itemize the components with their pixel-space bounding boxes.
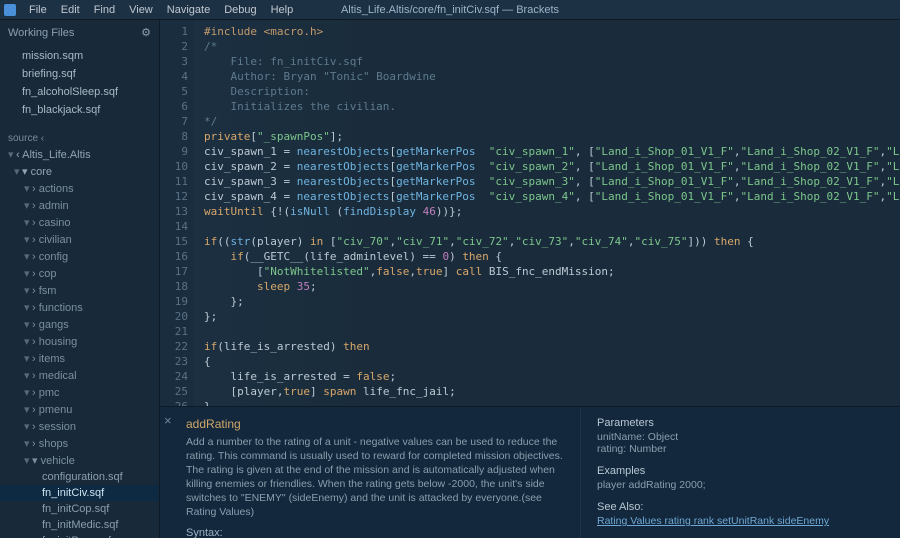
tree-folder-admin[interactable]: ▾› admin xyxy=(0,197,159,214)
tree-folder-shops[interactable]: ▾› shops xyxy=(0,435,159,452)
tree-folder-pmc[interactable]: ▾› pmc xyxy=(0,384,159,401)
gear-icon[interactable]: ⚙ xyxy=(141,26,151,39)
quick-docs-panel: × addRating Add a number to the rating o… xyxy=(160,406,900,538)
line-gutter: 1234567891011121314151617181920212223242… xyxy=(160,20,194,406)
menu-file[interactable]: File xyxy=(22,4,54,16)
tree-root[interactable]: ▾‹ Altis_Life.Altis xyxy=(0,146,159,163)
doc-seealso-header: See Also: xyxy=(597,501,884,513)
menu-view[interactable]: View xyxy=(122,4,160,16)
working-file[interactable]: fn_alcoholSleep.sqf xyxy=(0,83,159,101)
doc-examples-header: Examples xyxy=(597,465,884,477)
doc-params-header: Parameters xyxy=(597,417,884,429)
doc-syntax-header: Syntax: xyxy=(186,527,564,538)
doc-example: player addRating 2000; xyxy=(597,479,884,491)
tree-folder-civilian[interactable]: ▾› civilian xyxy=(0,231,159,248)
menu-bar: FileEditFindViewNavigateDebugHelp xyxy=(0,0,900,20)
tree-folder-casino[interactable]: ▾› casino xyxy=(0,214,159,231)
tree-file[interactable]: fn_initPmc.sqf xyxy=(0,533,159,538)
doc-body: Add a number to the rating of a unit - n… xyxy=(186,435,564,519)
editor[interactable]: 1234567891011121314151617181920212223242… xyxy=(160,20,900,538)
tree-folder-actions[interactable]: ▾› actions xyxy=(0,180,159,197)
working-files-header: Working Files xyxy=(8,27,74,39)
tree-folder-medical[interactable]: ▾› medical xyxy=(0,367,159,384)
tree-file[interactable]: fn_initMedic.sqf xyxy=(0,517,159,533)
tree-core[interactable]: ▾▾ core xyxy=(0,163,159,180)
working-file[interactable]: mission.sqm xyxy=(0,47,159,65)
working-file[interactable]: fn_blackjack.sqf xyxy=(0,101,159,119)
tree-folder-session[interactable]: ▾› session xyxy=(0,418,159,435)
menu-debug[interactable]: Debug xyxy=(217,4,263,16)
tree-file[interactable]: fn_initCiv.sqf xyxy=(0,485,159,501)
doc-param: rating: Number xyxy=(597,443,884,455)
source-header[interactable]: source ‹ xyxy=(0,127,159,146)
tree-folder-fsm[interactable]: ▾› fsm xyxy=(0,282,159,299)
tree-file[interactable]: fn_initCop.sqf xyxy=(0,501,159,517)
tree-folder-gangs[interactable]: ▾› gangs xyxy=(0,316,159,333)
doc-seealso-link[interactable]: Rating Values rating rank setUnitRank si… xyxy=(597,515,884,527)
tree-folder-cop[interactable]: ▾› cop xyxy=(0,265,159,282)
code-content[interactable]: #include <macro.h>/* File: fn_initCiv.sq… xyxy=(194,20,900,406)
menu-find[interactable]: Find xyxy=(87,4,122,16)
app-logo-icon xyxy=(4,4,16,16)
tree-folder-vehicle[interactable]: ▾▾ vehicle xyxy=(0,452,159,469)
tree-folder-config[interactable]: ▾› config xyxy=(0,248,159,265)
tree-folder-pmenu[interactable]: ▾› pmenu xyxy=(0,401,159,418)
tree-folder-housing[interactable]: ▾› housing xyxy=(0,333,159,350)
tree-folder-items[interactable]: ▾› items xyxy=(0,350,159,367)
tree-file[interactable]: configuration.sqf xyxy=(0,469,159,485)
menu-navigate[interactable]: Navigate xyxy=(160,4,217,16)
tree-folder-functions[interactable]: ▾› functions xyxy=(0,299,159,316)
close-icon[interactable]: × xyxy=(164,413,172,428)
doc-title: addRating xyxy=(186,417,564,431)
doc-param: unitName: Object xyxy=(597,431,884,443)
working-file[interactable]: briefing.sqf xyxy=(0,65,159,83)
menu-help[interactable]: Help xyxy=(264,4,301,16)
menu-edit[interactable]: Edit xyxy=(54,4,87,16)
sidebar: Working Files ⚙ mission.sqmbriefing.sqff… xyxy=(0,20,160,538)
